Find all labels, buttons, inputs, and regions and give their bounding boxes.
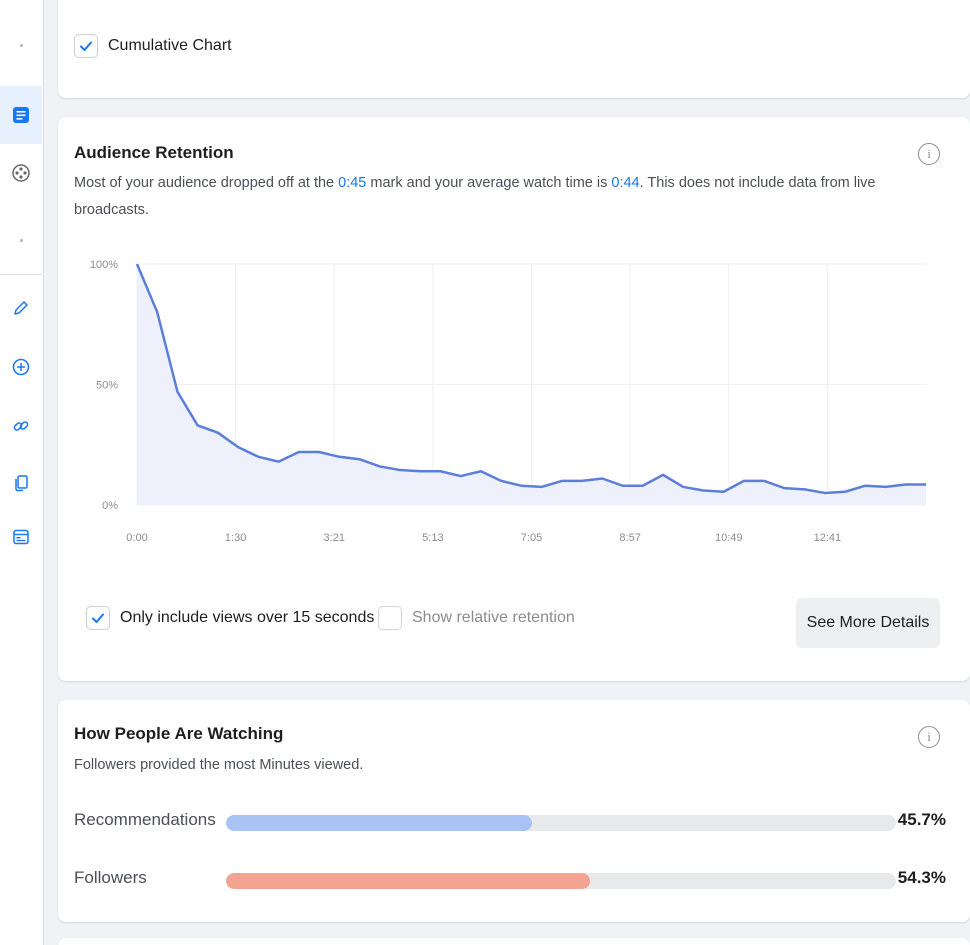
x-tick-label: 3:21 [324, 532, 345, 544]
x-tick-label: 7:05 [521, 532, 542, 544]
document-icon[interactable] [0, 102, 42, 128]
bar-fill [226, 873, 590, 889]
retention-description: Most of your audience dropped off at the… [74, 170, 904, 224]
y-tick-label: 50% [96, 380, 118, 392]
desc-text: Most of your audience dropped off at the [74, 175, 339, 191]
sidebar-dot [0, 231, 42, 249]
bar-track [226, 815, 896, 831]
bar-track [226, 873, 896, 889]
watching-title: How People Are Watching [74, 724, 284, 743]
left-sidebar [0, 0, 44, 945]
only-views-checkbox[interactable] [86, 606, 110, 630]
cumulative-checkbox[interactable] [74, 34, 98, 58]
plus-circle-icon[interactable] [0, 354, 42, 380]
cumulative-card: Cumulative Chart [58, 0, 970, 98]
y-tick-label: 100% [90, 259, 118, 271]
relative-retention-label: Show relative retention [412, 609, 575, 626]
dropoff-mark: 0:45 [338, 175, 367, 191]
relative-retention-checkbox[interactable] [378, 606, 402, 630]
bar-label: Recommendations [74, 810, 216, 829]
audience-retention-card: Audience Retention i Most of your audien… [58, 117, 970, 681]
bar-label: Followers [74, 868, 147, 887]
info-icon[interactable]: i [918, 726, 940, 748]
film-reel-icon[interactable] [0, 160, 42, 186]
x-tick-label: 12:41 [814, 532, 842, 544]
x-tick-label: 0:00 [126, 532, 147, 544]
bar-percentage: 45.7% [897, 810, 946, 829]
info-icon[interactable]: i [918, 143, 940, 165]
desc-text: mark and your average watch time is [366, 175, 612, 191]
y-tick-label: 0% [102, 500, 118, 512]
sidebar-dot [0, 36, 42, 54]
retention-chart: 100% 50% 0% 0:00 1:30 3:21 5:13 7:05 8:57 10:49 12… [90, 259, 927, 544]
x-tick-label: 8:57 [619, 532, 640, 544]
x-tick-label: 1:30 [225, 532, 246, 544]
link-icon[interactable] [0, 413, 42, 439]
see-more-details-button[interactable]: See More Details [796, 598, 940, 648]
avg-watch-time: 0:44 [611, 175, 640, 191]
how-people-watching-card: How People Are Watching i Followers prov… [58, 700, 970, 922]
copy-icon[interactable] [0, 470, 42, 496]
cumulative-label: Cumulative Chart [108, 37, 232, 54]
cumulative-chart-toggle[interactable]: Cumulative Chart [74, 34, 232, 58]
only-views-label: Only include views over 15 seconds [120, 609, 375, 626]
bar-percentage: 54.3% [897, 868, 946, 887]
pencil-icon[interactable] [0, 295, 42, 321]
only-views-toggle[interactable]: Only include views over 15 seconds [86, 606, 374, 630]
next-card [58, 938, 970, 945]
x-tick-label: 5:13 [422, 532, 443, 544]
browser-icon[interactable] [0, 524, 42, 550]
sidebar-divider [0, 274, 42, 275]
retention-title: Audience Retention [74, 143, 234, 162]
watching-description: Followers provided the most Minutes view… [74, 757, 364, 773]
watching-row-recommendations: Recommendations 45.7% [74, 807, 962, 837]
watching-row-followers: Followers 54.3% [74, 865, 962, 895]
relative-retention-toggle[interactable]: Show relative retention [378, 606, 575, 630]
x-tick-label: 10:49 [715, 532, 743, 544]
bar-fill [226, 815, 533, 831]
